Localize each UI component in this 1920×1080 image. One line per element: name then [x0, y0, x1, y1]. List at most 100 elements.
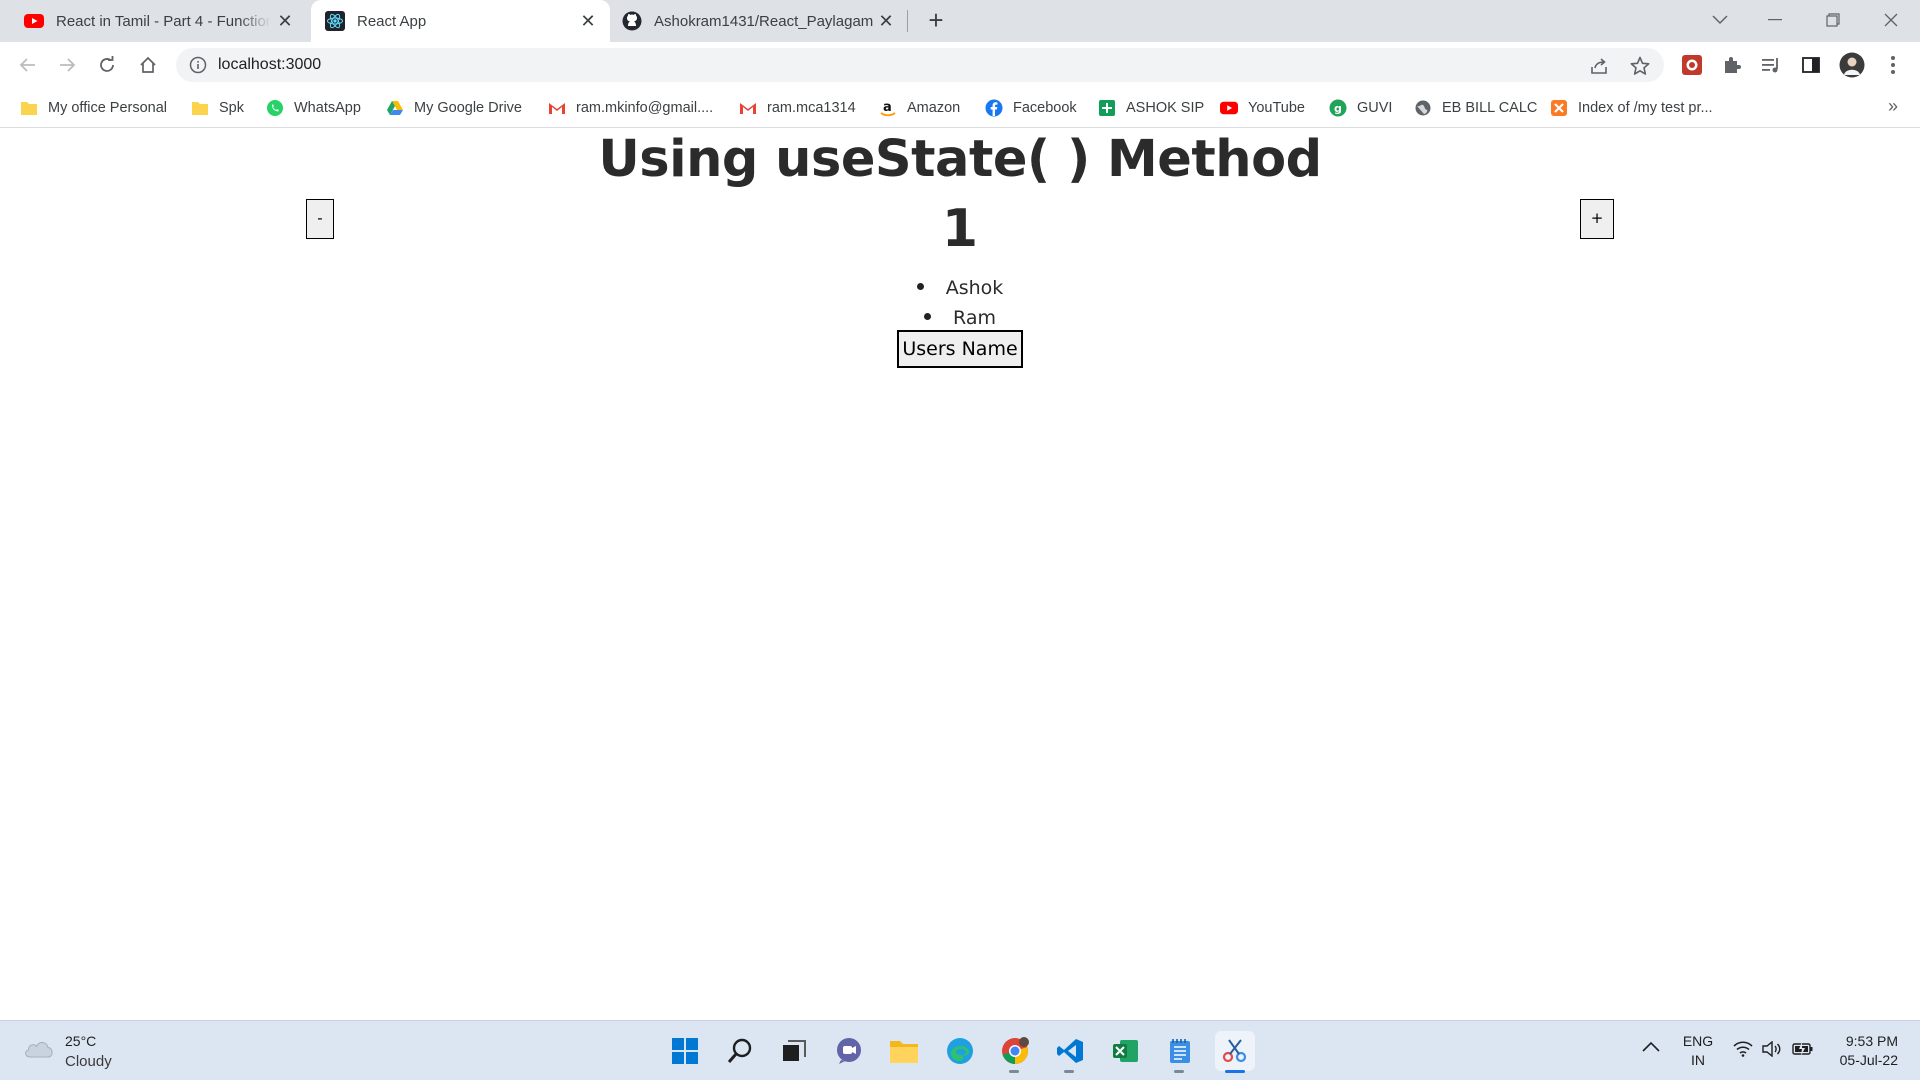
media-queue-icon[interactable] — [1758, 52, 1784, 78]
tab-title: React in Tamil - Part 4 - Function — [56, 12, 271, 30]
tab-title: React App — [357, 12, 427, 30]
bookmark-my-office-personal[interactable]: My office Personal — [20, 96, 167, 120]
bookmark-google-drive[interactable]: My Google Drive — [386, 96, 522, 120]
user-name: Ram — [953, 307, 996, 329]
list-item: Ashok — [0, 273, 1920, 303]
wifi-icon[interactable] — [1733, 1041, 1753, 1060]
file-explorer-icon[interactable] — [884, 1031, 924, 1071]
task-view-icon[interactable] — [774, 1031, 814, 1071]
site-info-icon[interactable] — [189, 56, 207, 74]
bookmark-label: WhatsApp — [294, 100, 361, 116]
chrome-icon[interactable] — [995, 1031, 1035, 1073]
close-icon[interactable]: ✕ — [876, 11, 896, 31]
bookmarks-bar: My office Personal Spk WhatsApp My Googl… — [0, 88, 1920, 128]
share-icon[interactable] — [1588, 55, 1610, 77]
tab-separator — [907, 10, 908, 32]
bookmark-label: Facebook — [1013, 100, 1077, 116]
bookmarks-overflow-icon[interactable]: » — [1888, 96, 1898, 117]
close-icon[interactable]: ✕ — [578, 11, 598, 31]
folder-icon — [191, 99, 209, 117]
svg-text:g: g — [1334, 102, 1342, 115]
bookmark-spk[interactable]: Spk — [191, 96, 244, 120]
bookmark-youtube[interactable]: YouTube — [1220, 96, 1305, 120]
page-viewport: Using useState( ) Method - 1 + Ashok Ram… — [0, 129, 1920, 1019]
clock-time: 9:53 PM — [1845, 1033, 1898, 1049]
vscode-icon[interactable] — [1050, 1031, 1090, 1073]
cloud-icon[interactable] — [22, 1035, 56, 1061]
search-icon[interactable] — [720, 1031, 760, 1071]
excel-icon[interactable] — [1105, 1031, 1145, 1071]
globe-icon — [1414, 99, 1432, 117]
chat-icon[interactable] — [829, 1031, 869, 1071]
tab-react-app[interactable]: React App ✕ — [311, 0, 610, 42]
side-panel-icon[interactable] — [1798, 52, 1824, 78]
weather-temperature[interactable]: 25°C — [65, 1033, 96, 1049]
language-indicator[interactable]: ENG IN — [1681, 1032, 1715, 1070]
volume-icon[interactable] — [1762, 1040, 1782, 1060]
bookmark-whatsapp[interactable]: WhatsApp — [266, 96, 361, 120]
bookmark-index-test[interactable]: Index of /my test pr... — [1550, 96, 1713, 120]
close-icon[interactable]: ✕ — [275, 11, 295, 31]
start-icon[interactable] — [665, 1031, 705, 1071]
users-name-button[interactable]: Users Name — [897, 330, 1023, 368]
window-close-icon[interactable] — [1871, 6, 1911, 34]
region-code: IN — [1691, 1052, 1705, 1068]
users-list: Ashok Ram — [0, 273, 1920, 333]
bookmark-label: ram.mkinfo@gmail.... — [576, 100, 714, 116]
bookmark-label: My Google Drive — [414, 100, 522, 116]
back-icon[interactable] — [14, 51, 42, 79]
bookmark-label: YouTube — [1248, 100, 1305, 116]
show-hidden-icons-icon[interactable] — [1642, 1040, 1660, 1056]
page-heading: Using useState( ) Method — [598, 130, 1322, 189]
address-bar[interactable]: localhost:3000 — [176, 48, 1664, 82]
clock-date: 05-Jul-22 — [1839, 1052, 1898, 1068]
facebook-icon — [985, 99, 1003, 117]
url-text: localhost:3000 — [218, 56, 322, 73]
weather-condition[interactable]: Cloudy — [65, 1053, 112, 1070]
tab-title: Ashokram1431/React_Paylagam — [654, 12, 874, 30]
gmail-icon — [739, 99, 757, 117]
bookmark-label: Index of /my test pr... — [1578, 100, 1713, 116]
tab-search-icon[interactable] — [1700, 6, 1740, 34]
forward-icon[interactable] — [53, 51, 81, 79]
bookmark-gmail-1[interactable]: ram.mkinfo@gmail.... — [548, 96, 713, 120]
extensions-puzzle-icon[interactable] — [1719, 52, 1745, 78]
gmail-icon — [548, 99, 566, 117]
user-name: Ashok — [945, 277, 1004, 299]
battery-icon[interactable] — [1792, 1041, 1814, 1060]
github-icon — [622, 11, 642, 31]
snipping-tool-icon[interactable] — [1215, 1031, 1255, 1073]
new-tab-button[interactable]: + — [922, 7, 950, 35]
extension-red-icon[interactable] — [1679, 52, 1705, 78]
bookmark-star-icon[interactable] — [1629, 55, 1651, 77]
increment-button[interactable]: + — [1580, 199, 1614, 239]
bookmark-guvi[interactable]: g GUVI — [1329, 96, 1392, 120]
svg-text:a: a — [883, 100, 892, 115]
bookmark-eb-bill-calc[interactable]: EB BILL CALC — [1414, 96, 1537, 120]
bookmark-facebook[interactable]: Facebook — [985, 96, 1077, 120]
browser-toolbar: localhost:3000 — [0, 42, 1920, 88]
xampp-icon — [1550, 99, 1568, 117]
tab-strip: React in Tamil - Part 4 - Function ✕ Rea… — [0, 0, 1920, 42]
tab-youtube[interactable]: React in Tamil - Part 4 - Function ✕ — [24, 0, 307, 42]
system-clock[interactable]: 9:53 PM 05-Jul-22 — [1840, 1032, 1898, 1070]
restore-icon[interactable] — [1813, 6, 1853, 34]
bookmark-gmail-2[interactable]: ram.mca1314 — [739, 96, 856, 120]
minimize-icon[interactable] — [1755, 6, 1795, 34]
list-item: Ram — [0, 303, 1920, 333]
chrome-menu-icon[interactable] — [1880, 52, 1906, 78]
windows-taskbar: 25°C Cloudy ENG IN 9:53 PM 05-Jul-22 — [0, 1020, 1920, 1080]
bookmark-ashok-sip[interactable]: ASHOK SIP — [1098, 96, 1204, 120]
bookmark-amazon[interactable]: a Amazon — [879, 96, 960, 120]
language-code: ENG — [1682, 1033, 1714, 1049]
home-icon[interactable] — [134, 51, 162, 79]
reload-icon[interactable] — [93, 51, 121, 79]
bookmark-label: EB BILL CALC — [1442, 100, 1538, 116]
react-icon — [325, 11, 345, 31]
notepad-icon[interactable] — [1160, 1031, 1200, 1073]
tab-github[interactable]: Ashokram1431/React_Paylagam ✕ — [618, 0, 908, 42]
profile-avatar-icon[interactable] — [1839, 52, 1865, 78]
running-indicator — [1064, 1070, 1074, 1073]
amazon-icon: a — [879, 99, 897, 117]
edge-icon[interactable] — [940, 1031, 980, 1071]
